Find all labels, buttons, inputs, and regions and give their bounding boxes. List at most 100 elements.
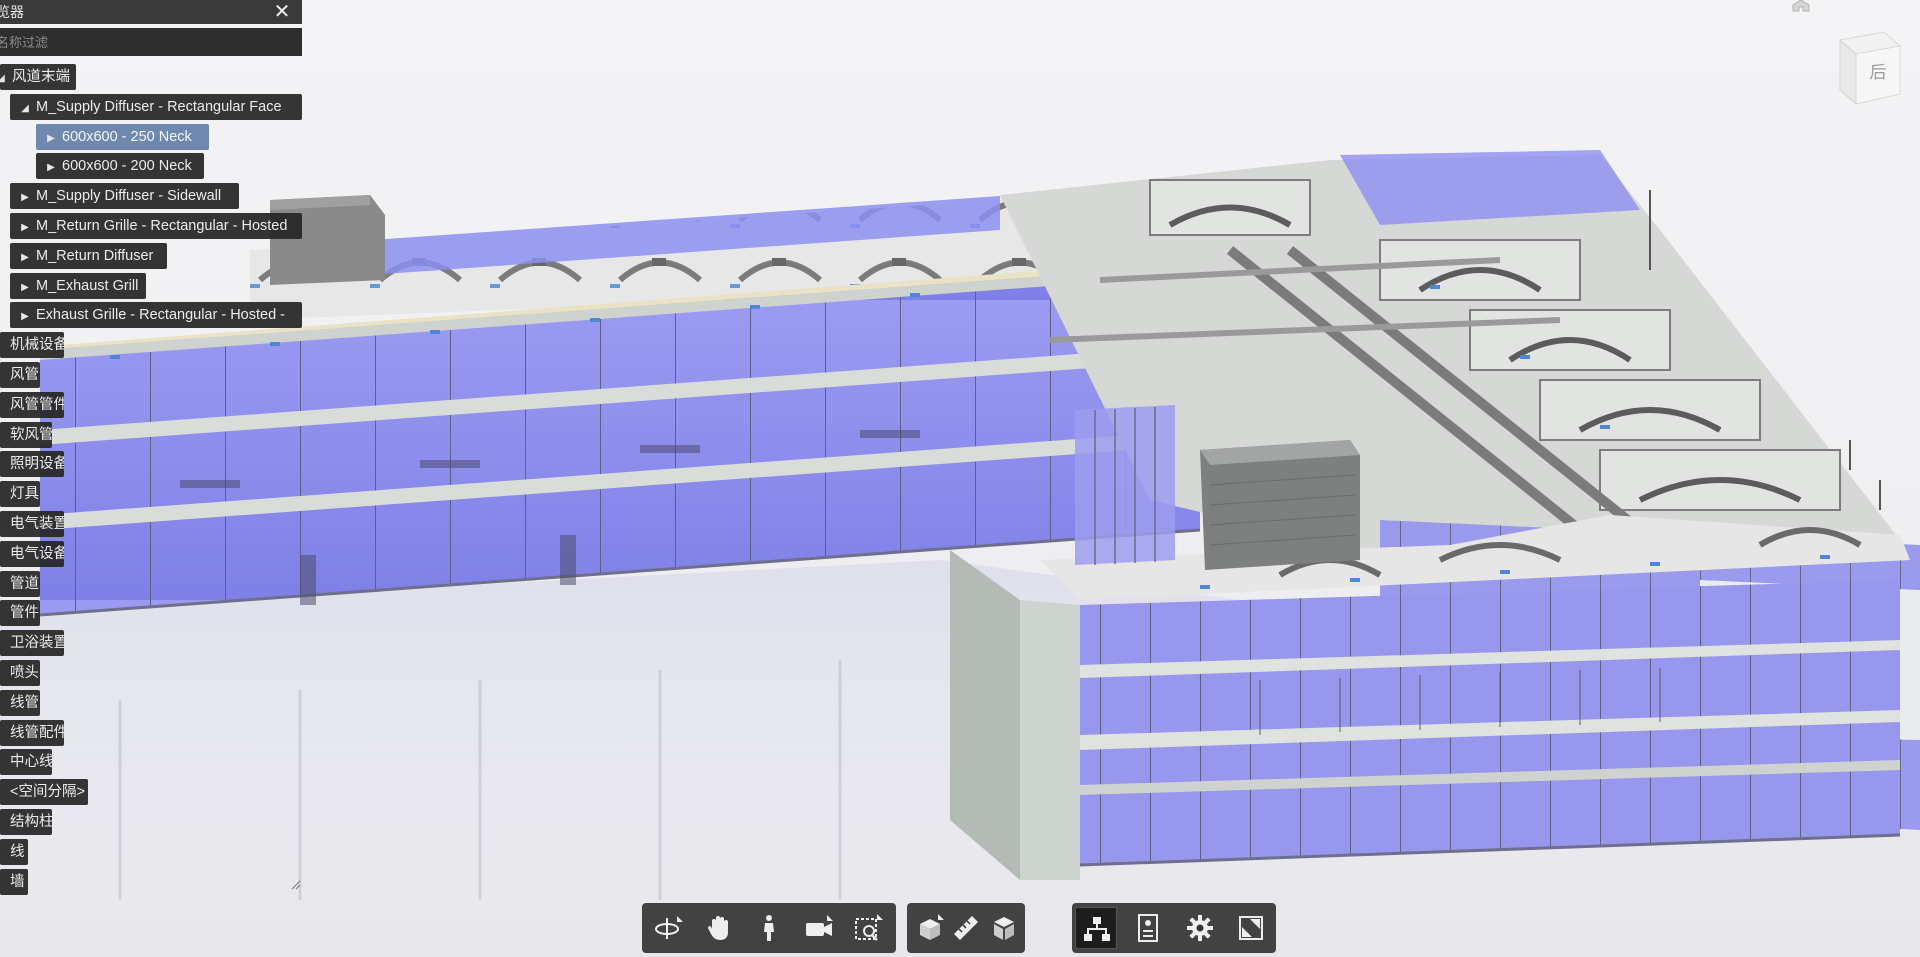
tree-node-category[interactable]: 管件	[0, 600, 40, 627]
camera-icon	[806, 915, 833, 936]
tree-node-label: M_Supply Diffuser - Sidewall	[36, 188, 222, 205]
fullscreen-icon	[1239, 916, 1263, 940]
settings-tools-group	[1072, 903, 1276, 953]
filter-bar	[0, 28, 302, 56]
collapse-arrow-icon[interactable]: ◢	[18, 96, 32, 120]
tree-node-label: 电气设备	[10, 545, 64, 562]
fullscreen-button[interactable]	[1230, 907, 1272, 949]
model-browser-button[interactable]	[1075, 907, 1117, 949]
tree-node-label: 墙	[10, 873, 25, 890]
tree-node-family[interactable]: ◢ 风道末端	[0, 64, 76, 90]
expand-arrow-icon[interactable]: ▶	[44, 126, 58, 150]
analysis-tools-group	[907, 903, 1025, 953]
cube-icon	[994, 917, 1014, 940]
tree-node-label: 软风管	[10, 426, 52, 443]
tree-node-category[interactable]: 墙	[0, 868, 28, 895]
tree-node-label: 管道	[10, 575, 39, 592]
tree-node-category[interactable]: 卫浴装置	[0, 630, 64, 657]
tree-node-category[interactable]: 风管	[0, 362, 40, 388]
tree-node-label: 线管配件	[10, 724, 64, 741]
expand-arrow-icon[interactable]: ▶	[44, 155, 58, 179]
view-cube[interactable]: 后	[1826, 26, 1906, 112]
tree-node-family[interactable]: ▶ M_Return Diffuser	[10, 242, 167, 269]
tree-node-label: M_Exhaust Grill	[36, 277, 139, 294]
home-icon[interactable]	[1790, 0, 1812, 12]
tree-node-category[interactable]: 管道	[0, 570, 40, 597]
panel-title: 览器	[0, 4, 24, 20]
tree-node-label: 喷头	[10, 665, 39, 681]
zoom-window-icon	[855, 914, 883, 941]
properties-icon	[1138, 914, 1158, 942]
expand-arrow-icon[interactable]: ▶	[18, 304, 32, 328]
section-box-icon	[920, 914, 944, 940]
tree-node-label: 600x600 - 250 Neck	[62, 128, 192, 145]
expand-arrow-icon[interactable]: ▶	[18, 215, 32, 239]
tree-node-family[interactable]: ▶ 600x600 - 250 Neck	[36, 123, 209, 150]
tree-node-category[interactable]: 线	[0, 838, 28, 865]
resize-grip-icon[interactable]	[291, 880, 301, 890]
ruler-icon	[954, 916, 978, 940]
hand-icon	[708, 916, 728, 940]
zoom-window-button[interactable]	[848, 907, 890, 949]
tree-node-family[interactable]: ◢ M_Supply Diffuser - Rectangular Face	[10, 93, 302, 120]
first-person-button[interactable]	[748, 907, 790, 949]
tree-icon	[1084, 917, 1110, 941]
navigation-tools-group	[642, 903, 896, 953]
person-icon	[764, 915, 774, 941]
tree-node-label: M_Return Grille - Rectangular - Hosted	[36, 218, 288, 234]
tree-node-label: 灯具	[10, 486, 39, 503]
model-browser-header: 览器 ✕	[0, 0, 302, 24]
model-browser-panel: 览器 ✕ ◢风道末端◢M_Supply Diffuser - Rectangul…	[0, 0, 302, 895]
tree-node-family[interactable]: ▶ M_Exhaust Grill	[10, 272, 146, 299]
properties-button[interactable]	[1127, 907, 1169, 949]
view-cube-face-label: 后	[1869, 63, 1887, 82]
tree-node-family[interactable]: ▶ 600x600 - 200 Neck	[36, 153, 204, 180]
tree-node-label: 线	[10, 843, 25, 860]
measure-button[interactable]	[945, 907, 987, 949]
orbit-button[interactable]	[648, 907, 690, 949]
tree-node-category[interactable]: 电气装置	[0, 511, 64, 537]
tree-node-label: 机械设备	[10, 337, 64, 354]
tree-node-category[interactable]: <空间分隔>	[0, 779, 88, 806]
tree-node-category[interactable]: 结构柱	[0, 809, 52, 835]
pan-button[interactable]	[698, 907, 740, 949]
tree-node-category[interactable]: 喷头	[0, 660, 40, 686]
tree-node-label: 管件	[10, 605, 39, 622]
tree-node-category[interactable]: 线管	[0, 689, 40, 716]
orbit-icon	[655, 916, 683, 939]
camera-button[interactable]	[798, 907, 840, 949]
settings-button[interactable]	[1179, 907, 1221, 949]
tree-node-category[interactable]: 软风管	[0, 421, 52, 448]
tree-node-category[interactable]: 灯具	[0, 481, 40, 508]
tree-node-label: 风管管件	[10, 396, 64, 413]
name-filter-input[interactable]	[0, 28, 296, 56]
explode-button[interactable]	[983, 907, 1025, 949]
tree-node-category[interactable]: 照明设备	[0, 451, 64, 478]
tree-node-label: M_Return Diffuser	[36, 247, 154, 264]
tree-node-category[interactable]: 风管管件	[0, 391, 64, 418]
collapse-arrow-icon[interactable]: ◢	[0, 66, 8, 90]
tree-node-category[interactable]: 机械设备	[0, 332, 64, 359]
tree-node-family[interactable]: ▶ M_Return Grille - Rectangular - Hosted	[10, 213, 302, 239]
tree-node-category[interactable]: 电气设备	[0, 540, 64, 567]
tree-node-label: 结构柱	[10, 814, 52, 830]
gear-icon	[1187, 915, 1213, 941]
tree-node-category[interactable]: 中心线	[0, 749, 52, 776]
tree-node-family[interactable]: ▶ M_Supply Diffuser - Sidewall	[10, 183, 239, 210]
tree-node-label: 线管	[10, 694, 39, 711]
tree-node-label: Exhaust Grille - Rectangular - Hosted -	[36, 307, 286, 324]
tree-node-label: 风管	[10, 367, 39, 383]
tree-node-label: 600x600 - 200 Neck	[62, 158, 192, 175]
tree-node-category[interactable]: 线管配件	[0, 719, 64, 746]
tree-node-label: 照明设备	[10, 456, 64, 473]
tree-node-label: 电气装置	[10, 516, 64, 532]
tree-node-label: 风道末端	[12, 69, 70, 85]
tree-node-label: 卫浴装置	[10, 635, 64, 652]
tree-node-label: 中心线	[10, 754, 52, 771]
tree-node-label: <空间分隔>	[10, 784, 85, 801]
close-icon[interactable]: ✕	[272, 0, 292, 24]
expand-arrow-icon[interactable]: ▶	[18, 185, 32, 209]
tree-node-family[interactable]: ▶ Exhaust Grille - Rectangular - Hosted -	[10, 302, 302, 329]
expand-arrow-icon[interactable]: ▶	[18, 245, 32, 269]
expand-arrow-icon[interactable]: ▶	[18, 275, 32, 299]
